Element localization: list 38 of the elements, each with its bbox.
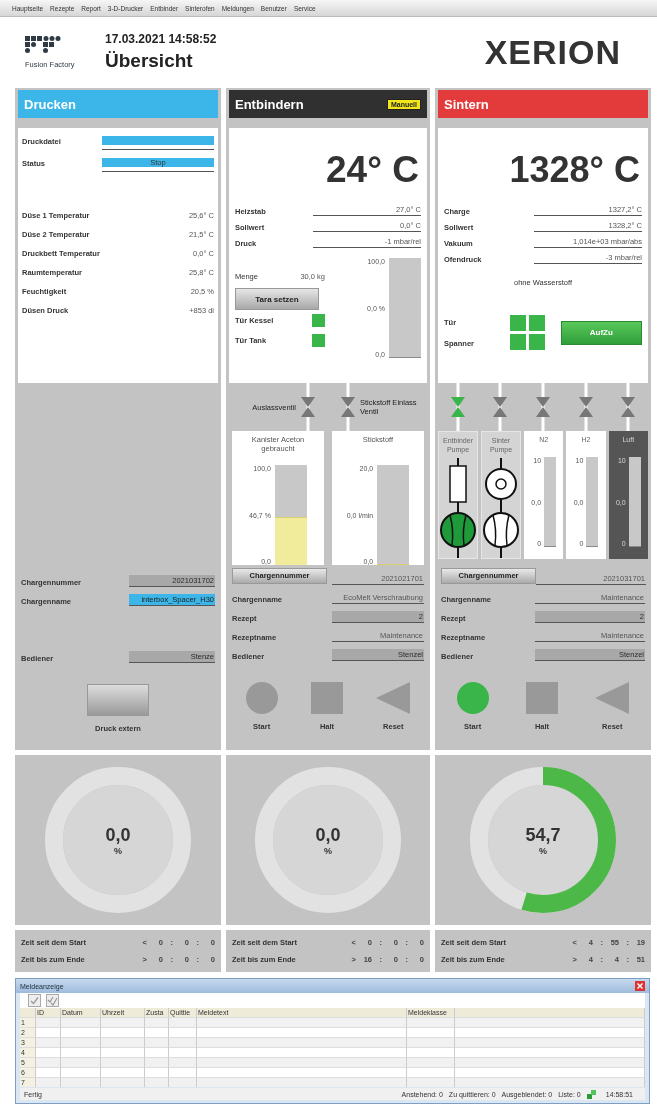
table-cell xyxy=(407,1038,455,1048)
date-time: 17.03.2021 14:58:52 xyxy=(105,32,217,46)
gauge-unit: % xyxy=(114,845,122,856)
table-cell xyxy=(101,1038,145,1048)
table-cell xyxy=(61,1018,101,1028)
table-cell xyxy=(36,1018,61,1028)
table-cell xyxy=(61,1038,101,1048)
gauge-unit: % xyxy=(324,845,332,856)
acknowledge-all-icon[interactable] xyxy=(46,994,59,1007)
tare-button[interactable]: Tara setzen xyxy=(235,288,319,310)
brand-logo: XERION xyxy=(484,32,621,72)
gauge-unit: % xyxy=(539,845,547,856)
table-cell xyxy=(145,1038,169,1048)
table-cell xyxy=(169,1058,197,1068)
table-cell xyxy=(61,1058,101,1068)
table-cell xyxy=(36,1038,61,1048)
acknowledge-icon[interactable] xyxy=(28,994,41,1007)
table-cell xyxy=(169,1038,197,1048)
connection-icon xyxy=(586,1089,596,1099)
table-cell xyxy=(169,1018,197,1028)
table-cell xyxy=(36,1058,61,1068)
logo-icon xyxy=(25,35,61,56)
gauge-value: 54,7 xyxy=(525,824,561,846)
page-title: Übersicht xyxy=(105,50,194,72)
temperature-value: 1328° C xyxy=(508,148,641,192)
table-cell xyxy=(407,1058,455,1068)
gauge-value: 0,0 xyxy=(315,824,341,846)
close-icon[interactable] xyxy=(635,981,645,991)
section-header: Sintern xyxy=(438,90,648,118)
temperature-value: 24° C xyxy=(325,148,420,192)
section-title: Entbindern xyxy=(235,96,304,112)
table-cell xyxy=(145,1018,169,1028)
table-cell xyxy=(101,1018,145,1028)
table-cell xyxy=(145,1058,169,1068)
table-cell xyxy=(407,1018,455,1028)
section-header: Drucken xyxy=(18,90,218,118)
table-cell xyxy=(101,1058,145,1068)
gauge-value: 0,0 xyxy=(105,824,131,846)
